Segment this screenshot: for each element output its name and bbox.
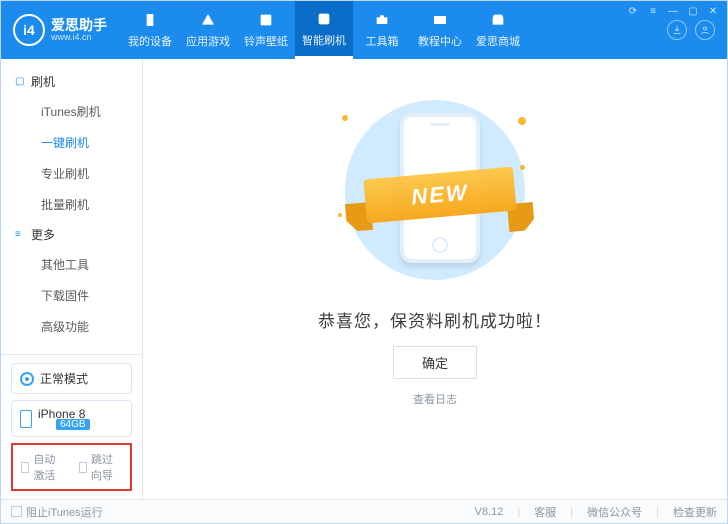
phone-icon — [20, 410, 32, 428]
sidebar-item-pro-flash[interactable]: 专业刷机 — [1, 158, 142, 189]
toolbox-icon — [373, 11, 391, 29]
nav-label: 智能刷机 — [302, 32, 346, 48]
download-icon[interactable] — [667, 20, 687, 40]
store-icon — [489, 11, 507, 29]
wallpaper-icon — [257, 11, 275, 29]
top-nav: 我的设备 应用游戏 铃声壁纸 智能刷机 工具箱 教程中心 爱思商城 — [121, 1, 527, 59]
check-update-link[interactable]: 检查更新 — [673, 504, 717, 520]
checkbox-skip-guide[interactable]: 跳过向导 — [79, 451, 123, 483]
sidebar-bottom: 正常模式 iPhone 8 64GB 自动激活 跳过向导 — [1, 354, 142, 499]
sidebar-item-batch-flash[interactable]: 批量刷机 — [1, 189, 142, 220]
collapse-icon: ≡ — [15, 229, 25, 240]
new-ribbon: NEW — [340, 173, 540, 217]
sidebar: ▢ 刷机 iTunes刷机 一键刷机 专业刷机 批量刷机 ≡ 更多 其他工具 下… — [1, 59, 143, 499]
nav-label: 教程中心 — [418, 33, 462, 49]
nav-toolbox[interactable]: 工具箱 — [353, 1, 411, 59]
minimize-icon[interactable]: — — [666, 4, 680, 18]
checkbox-label: 跳过向导 — [91, 451, 122, 483]
logo-badge: i4 — [13, 14, 45, 46]
sidebar-item-other-tools[interactable]: 其他工具 — [1, 249, 142, 280]
app-header: ⟳ ≡ — ▢ ✕ i4 爱思助手 www.i4.cn 我的设备 应用游戏 铃声… — [1, 1, 727, 59]
nav-tutorials[interactable]: 教程中心 — [411, 1, 469, 59]
close-icon[interactable]: ✕ — [706, 4, 720, 18]
sidebar-item-itunes-flash[interactable]: iTunes刷机 — [1, 96, 142, 127]
nav-store[interactable]: 爱思商城 — [469, 1, 527, 59]
app-logo: i4 爱思助手 www.i4.cn — [13, 14, 107, 46]
menu-icon[interactable]: ≡ — [646, 4, 660, 18]
sidebar-group-label: 刷机 — [31, 73, 55, 90]
maximize-icon[interactable]: ▢ — [686, 4, 700, 18]
window-controls: ⟳ ≡ — ▢ ✕ — [626, 4, 720, 18]
success-illustration: NEW — [320, 95, 550, 285]
option-box-highlighted: 自动激活 跳过向导 — [11, 443, 132, 491]
checkbox-icon — [79, 462, 87, 473]
nav-label: 铃声壁纸 — [244, 33, 288, 49]
sync-icon[interactable]: ⟳ — [626, 4, 640, 18]
nav-label: 工具箱 — [366, 33, 399, 49]
device-mode-label: 正常模式 — [40, 370, 88, 387]
nav-smart-flash[interactable]: 智能刷机 — [295, 1, 353, 59]
mode-icon — [20, 372, 34, 386]
header-right — [667, 20, 727, 40]
nav-my-device[interactable]: 我的设备 — [121, 1, 179, 59]
sidebar-item-download-firmware[interactable]: 下载固件 — [1, 280, 142, 311]
nav-label: 我的设备 — [128, 33, 172, 49]
confirm-button[interactable]: 确定 — [393, 346, 477, 379]
brand-site: www.i4.cn — [51, 33, 107, 42]
version-label: V8.12 — [475, 506, 504, 518]
tutorial-icon — [431, 11, 449, 29]
apps-icon — [199, 11, 217, 29]
checkbox-icon — [21, 462, 29, 473]
brand-name: 爱思助手 — [51, 18, 107, 33]
support-link[interactable]: 客服 — [534, 504, 556, 520]
wechat-link[interactable]: 微信公众号 — [587, 504, 642, 520]
user-icon[interactable] — [695, 20, 715, 40]
device-mode-chip[interactable]: 正常模式 — [11, 363, 132, 394]
checkbox-label: 自动激活 — [33, 451, 64, 483]
ribbon-label: NEW — [363, 167, 516, 224]
sidebar-group-label: 更多 — [31, 226, 55, 243]
success-message: 恭喜您，保资料刷机成功啦！ — [318, 307, 552, 332]
status-bar: 阻止iTunes运行 V8.12 | 客服 | 微信公众号 | 检查更新 — [1, 499, 727, 523]
nav-apps-games[interactable]: 应用游戏 — [179, 1, 237, 59]
checkbox-block-itunes[interactable]: 阻止iTunes运行 — [11, 504, 103, 520]
main-panel: NEW 恭喜您，保资料刷机成功啦！ 确定 查看日志 — [143, 59, 727, 499]
sidebar-group-more[interactable]: ≡ 更多 — [1, 220, 142, 249]
nav-label: 应用游戏 — [186, 33, 230, 49]
collapse-icon: ▢ — [15, 76, 25, 87]
nav-ringtone-wallpaper[interactable]: 铃声壁纸 — [237, 1, 295, 59]
divider: | — [517, 506, 520, 518]
flash-icon — [315, 10, 333, 28]
divider: | — [656, 506, 659, 518]
sidebar-item-advanced[interactable]: 高级功能 — [1, 311, 142, 342]
checkbox-icon — [11, 506, 22, 517]
checkbox-label: 阻止iTunes运行 — [26, 504, 103, 520]
body: ▢ 刷机 iTunes刷机 一键刷机 专业刷机 批量刷机 ≡ 更多 其他工具 下… — [1, 59, 727, 499]
sidebar-group-flash[interactable]: ▢ 刷机 — [1, 67, 142, 96]
sidebar-item-oneclick-flash[interactable]: 一键刷机 — [1, 127, 142, 158]
device-chip[interactable]: iPhone 8 64GB — [11, 400, 132, 437]
nav-label: 爱思商城 — [476, 33, 520, 49]
device-icon — [141, 11, 159, 29]
divider: | — [570, 506, 573, 518]
view-log-link[interactable]: 查看日志 — [413, 391, 457, 407]
checkbox-auto-activate[interactable]: 自动激活 — [21, 451, 65, 483]
device-storage-badge: 64GB — [56, 419, 90, 430]
